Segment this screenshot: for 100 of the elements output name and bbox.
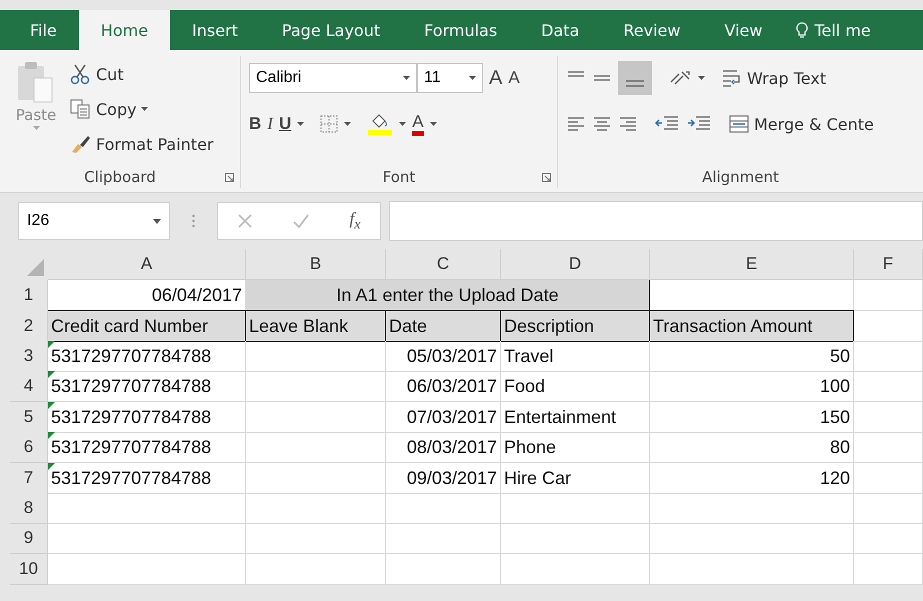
empty-cell (854, 432, 923, 463)
table-cell: 07/03/2017 (386, 402, 501, 432)
dialog-launcher-icon[interactable] (542, 173, 551, 182)
empty-cell (854, 462, 923, 494)
caret-icon[interactable] (698, 76, 705, 80)
table-cell: Hire Car (501, 462, 650, 494)
column-heading: Date (386, 310, 501, 342)
table-cell: 5317297707784788 (48, 371, 246, 402)
dropdown-arrow-icon (403, 76, 410, 80)
table-cell: 06/03/2017 (386, 371, 501, 402)
row-header[interactable]: 9 (10, 524, 48, 554)
row-header[interactable]: 6 (10, 432, 48, 463)
grip-icon (192, 214, 195, 228)
column-heading: Credit card Number (48, 310, 246, 342)
row-header[interactable]: 10 (10, 554, 48, 584)
column-header[interactable]: F (854, 249, 923, 280)
row-header[interactable]: 3 (10, 340, 48, 372)
italic-button[interactable]: I (267, 114, 273, 134)
note-cell: In A1 enter the Upload Date (246, 280, 650, 310)
ribbon-tab[interactable]: Review (601, 10, 702, 50)
caret-icon[interactable] (399, 122, 406, 126)
table-cell: 05/03/2017 (386, 340, 501, 372)
ribbon-tab[interactable]: Data (519, 10, 602, 50)
column-header[interactable]: E (650, 249, 854, 280)
dropdown-arrow-icon (153, 218, 161, 224)
dialog-launcher-icon[interactable] (225, 173, 234, 182)
table-cell: 5317297707784788 (48, 432, 246, 463)
column-header[interactable]: B (246, 249, 386, 280)
caret-icon (140, 107, 148, 111)
empty-cell (854, 371, 923, 402)
empty-cell (854, 280, 923, 310)
font-color-button[interactable]: A (412, 112, 424, 136)
column-heading: Leave Blank (246, 310, 386, 342)
borders-icon[interactable] (320, 115, 338, 133)
insert-function-button[interactable]: f$_{x}$ (349, 208, 360, 234)
row-header[interactable]: 5 (10, 402, 48, 432)
table-cell: 5317297707784788 (48, 402, 246, 432)
formula-input[interactable] (389, 201, 923, 241)
format-painter-button[interactable]: Format Painter (70, 128, 214, 160)
merge-cells-icon (728, 114, 750, 134)
name-box[interactable]: I26 (18, 202, 170, 240)
increase-font-size-button[interactable]: A (489, 66, 502, 90)
cut-button[interactable]: Cut (70, 58, 214, 90)
font-size-field[interactable]: 11 (417, 63, 483, 93)
fill-color-icon[interactable] (367, 112, 394, 136)
align-bottom-icon[interactable] (618, 61, 652, 95)
ribbon-tab[interactable]: View (702, 10, 784, 50)
table-cell: 5317297707784788 (48, 340, 246, 372)
font-name-field[interactable]: Calibri (249, 63, 417, 93)
column-heading: Description (501, 310, 650, 342)
group-label: Alignment (702, 168, 779, 186)
align-center-icon[interactable] (592, 116, 612, 132)
scissors-icon (70, 63, 92, 85)
caret-icon[interactable] (297, 122, 304, 126)
bold-button[interactable]: B (249, 114, 262, 134)
table-cell: 120 (650, 462, 854, 494)
column-heading: Transaction Amount (650, 310, 854, 342)
paintbrush-icon (70, 134, 92, 154)
align-left-icon[interactable] (566, 116, 586, 132)
table-cell: 5317297707784788 (48, 462, 246, 494)
decrease-font-size-button[interactable]: A (508, 68, 520, 88)
align-right-icon[interactable] (618, 116, 638, 132)
empty-cell (854, 493, 923, 524)
wrap-text-button[interactable]: Wrap Text (721, 63, 826, 93)
table-cell: 50 (650, 340, 854, 372)
tell-me-button[interactable]: Tell me (784, 10, 893, 50)
table-cell: 100 (650, 371, 854, 402)
group-label: Font (382, 168, 416, 186)
table-cell: Food (501, 371, 650, 402)
column-header[interactable]: D (501, 249, 650, 280)
table-cell: 08/03/2017 (386, 432, 501, 463)
ribbon-tab[interactable]: Page Layout (260, 10, 402, 50)
caret-icon[interactable] (344, 122, 352, 126)
checkmark-icon[interactable] (292, 213, 310, 229)
caret-icon[interactable] (430, 122, 437, 126)
table-cell: Entertainment (501, 402, 650, 432)
underline-button[interactable]: U (278, 114, 292, 134)
ribbon-tab[interactable]: Home (78, 10, 170, 50)
table-cell: Phone (501, 432, 650, 463)
column-header[interactable]: C (386, 249, 501, 280)
column-header[interactable]: A (48, 249, 246, 280)
lightbulb-icon (796, 22, 808, 38)
table-cell: Travel (501, 340, 650, 372)
table-cell: 150 (650, 402, 854, 432)
row-header[interactable]: 7 (10, 462, 48, 494)
empty-cell (854, 402, 923, 432)
ribbon-tab[interactable]: Formulas (402, 10, 520, 50)
row-header[interactable]: 4 (10, 371, 48, 402)
row-header[interactable]: 8 (10, 493, 48, 524)
empty-cell (854, 340, 923, 372)
ribbon-tab[interactable]: File (8, 10, 79, 50)
group-label: Clipboard (84, 168, 156, 186)
merge-center-button[interactable]: Merge & Cente (728, 109, 874, 139)
row-header[interactable]: 2 (10, 310, 48, 342)
table-cell: 80 (650, 432, 854, 463)
ribbon-tab[interactable]: Insert (170, 10, 260, 50)
caret-icon (32, 126, 40, 130)
empty-cell (854, 524, 923, 554)
copy-button[interactable]: Copy (70, 93, 214, 125)
row-header[interactable]: 1 (10, 280, 48, 310)
